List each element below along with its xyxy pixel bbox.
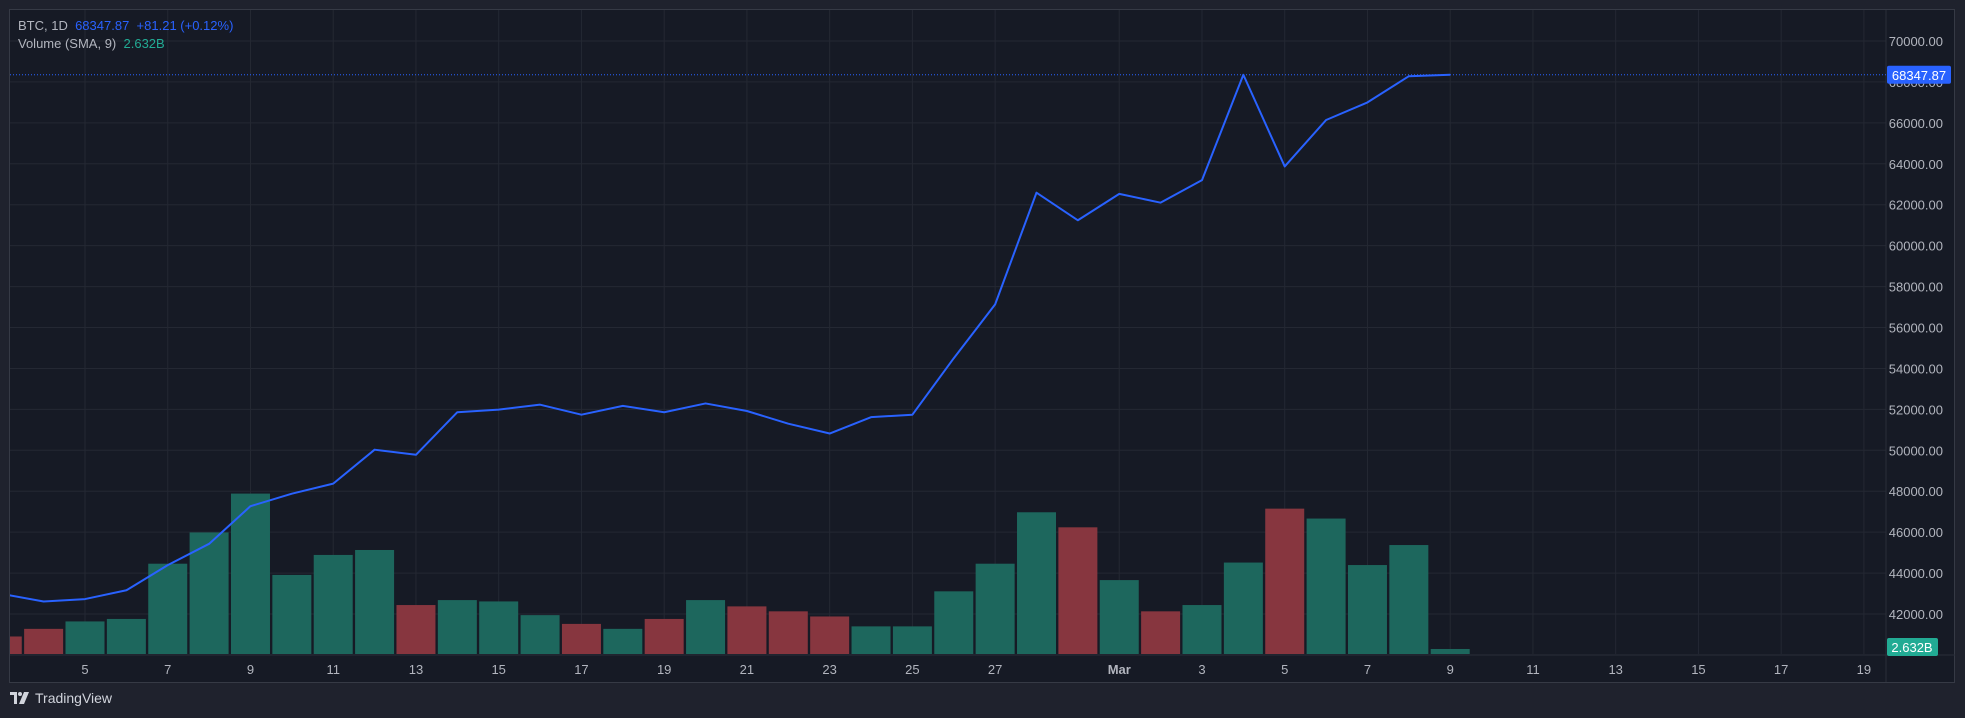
x-tick-label: 23 xyxy=(822,662,836,677)
x-tick-label: 17 xyxy=(1774,662,1788,677)
y-tick-label: 60000.00 xyxy=(1889,239,1943,254)
volume-bar xyxy=(148,563,188,654)
x-tick-label: 19 xyxy=(1857,662,1871,677)
volume-bar xyxy=(768,611,808,654)
y-tick-label: 66000.00 xyxy=(1889,116,1943,131)
y-tick-label: 58000.00 xyxy=(1889,280,1943,295)
last-price-badge-label: 68347.87 xyxy=(1892,68,1946,83)
volume-bar xyxy=(106,618,146,654)
volume-bar xyxy=(437,600,477,654)
volume-bar xyxy=(65,621,105,654)
y-tick-label: 64000.00 xyxy=(1889,157,1943,172)
x-tick-label: 9 xyxy=(247,662,254,677)
volume-bar xyxy=(24,628,64,654)
x-tick-label: 9 xyxy=(1447,662,1454,677)
volume-bar xyxy=(603,628,643,654)
volume-bar xyxy=(1389,545,1429,654)
x-tick-label: 27 xyxy=(988,662,1002,677)
x-tick-label: 7 xyxy=(1364,662,1371,677)
x-tick-label: Mar xyxy=(1108,662,1131,677)
x-tick-label: 17 xyxy=(574,662,588,677)
x-tick-label: 19 xyxy=(657,662,671,677)
x-tick-label: 5 xyxy=(1281,662,1288,677)
volume-bar xyxy=(686,600,726,654)
volume-badge-label: 2.632B xyxy=(1891,640,1932,655)
volume-bar xyxy=(1141,611,1181,654)
volume-bar xyxy=(520,615,560,654)
volume-bar xyxy=(1017,512,1057,654)
price-change: +81.21 (+0.12%) xyxy=(136,18,234,33)
y-tick-label: 56000.00 xyxy=(1889,321,1943,336)
price-volume-chart[interactable]: 42000.00 44000.00 46000.00 48000.00 50000.00… xyxy=(0,0,1965,718)
plot-area xyxy=(10,73,1470,654)
x-tick-label: 15 xyxy=(491,662,505,677)
volume-bar xyxy=(1347,565,1387,654)
volume-bar xyxy=(851,626,891,654)
y-tick-label: 54000.00 xyxy=(1889,361,1943,376)
volume-bar xyxy=(355,549,395,654)
x-tick-label: 11 xyxy=(1526,662,1540,677)
x-tick-label: 13 xyxy=(409,662,423,677)
volume-bar xyxy=(272,574,312,654)
volume-bar xyxy=(1430,648,1470,654)
y-tick-label: 52000.00 xyxy=(1889,402,1943,417)
tradingview-logo-icon xyxy=(10,692,29,704)
volume-bar xyxy=(396,605,436,654)
volume-bar xyxy=(727,606,767,654)
y-tick-label: 50000.00 xyxy=(1889,443,1943,458)
y-tick-label: 70000.00 xyxy=(1889,34,1943,49)
x-tick-label: 11 xyxy=(326,662,340,677)
tradingview-logo[interactable]: TradingView xyxy=(10,690,112,706)
y-tick-label: 62000.00 xyxy=(1889,198,1943,213)
volume-indicator-label[interactable]: Volume (SMA, 9) xyxy=(18,36,116,51)
volume-bar xyxy=(810,616,850,654)
volume-bar xyxy=(1099,580,1139,654)
volume-bar xyxy=(1306,518,1346,654)
volume-bar xyxy=(10,636,22,654)
x-tick-label: 13 xyxy=(1608,662,1622,677)
volume-bar xyxy=(934,591,974,654)
legend-volume-row: Volume (SMA, 9) 2.632B xyxy=(18,35,233,53)
volume-bar xyxy=(892,626,932,654)
y-tick-label: 44000.00 xyxy=(1889,566,1943,581)
x-tick-label: 5 xyxy=(81,662,88,677)
symbol-label[interactable]: BTC, 1D xyxy=(18,18,68,33)
legend: BTC, 1D 68347.87 +81.21 (+0.12%) Volume … xyxy=(18,17,233,53)
x-tick-label: 21 xyxy=(740,662,754,677)
x-tick-label: 25 xyxy=(905,662,919,677)
tradingview-label: TradingView xyxy=(35,690,113,706)
y-tick-label: 46000.00 xyxy=(1889,525,1943,540)
legend-price-row: BTC, 1D 68347.87 +81.21 (+0.12%) xyxy=(18,17,233,35)
x-tick-label: 15 xyxy=(1691,662,1705,677)
volume-bar xyxy=(644,618,684,654)
last-price: 68347.87 xyxy=(75,18,130,33)
volume-bar xyxy=(1058,527,1098,654)
x-tick-label: 7 xyxy=(164,662,171,677)
x-tick-label: 3 xyxy=(1198,662,1205,677)
volume-bar xyxy=(1265,508,1305,654)
volume-value: 2.632B xyxy=(123,36,165,51)
volume-bar xyxy=(975,563,1015,654)
volume-bar xyxy=(1223,562,1263,654)
y-tick-label: 42000.00 xyxy=(1889,607,1943,622)
volume-bar xyxy=(561,623,601,654)
price-line xyxy=(10,73,1451,603)
volume-bar xyxy=(1182,605,1222,654)
volume-bar xyxy=(479,601,519,654)
volume-bar xyxy=(313,554,353,654)
y-tick-label: 48000.00 xyxy=(1889,484,1943,499)
